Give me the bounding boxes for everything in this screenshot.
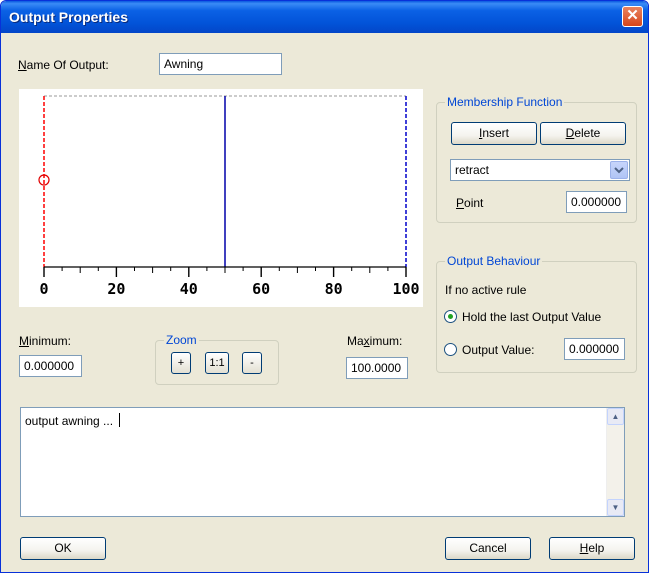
x-tick-label-20: 20: [107, 280, 125, 298]
window-title: Output Properties: [9, 9, 129, 25]
minimum-input[interactable]: 0.000000: [19, 355, 82, 377]
title-bar[interactable]: Output Properties ✕: [1, 1, 648, 33]
point-label: Point: [456, 196, 484, 210]
editor-scrollbar[interactable]: ▲ ▼: [606, 408, 624, 516]
zoom-reset-button[interactable]: 1:1: [205, 352, 229, 374]
zoom-in-button[interactable]: +: [171, 352, 191, 374]
help-button[interactable]: Help: [549, 537, 635, 560]
scroll-down-icon[interactable]: ▼: [607, 499, 624, 516]
close-button[interactable]: ✕: [622, 6, 643, 27]
output-properties-dialog: Output Properties ✕ Name Of Output: Awni…: [0, 0, 649, 573]
x-tick-label-60: 60: [252, 280, 270, 298]
membership-function-select[interactable]: retract: [450, 159, 630, 181]
plot-background: [19, 89, 423, 307]
membership-function-title: Membership Function: [445, 95, 565, 109]
name-of-output-input[interactable]: Awning: [159, 53, 282, 75]
no-active-rule-caption: If no active rule: [445, 283, 527, 297]
close-icon: ✕: [626, 7, 639, 24]
point-input[interactable]: 0.000000: [566, 191, 627, 213]
chevron-down-icon[interactable]: [610, 161, 628, 179]
zoom-out-button[interactable]: -: [242, 352, 262, 374]
insert-button[interactable]: Insert: [451, 122, 537, 145]
text-caret: [119, 413, 120, 427]
x-tick-label-80: 80: [325, 280, 343, 298]
ok-button[interactable]: OK: [20, 537, 106, 560]
x-tick-label-0: 0: [39, 280, 48, 298]
output-value-input[interactable]: 0.000000: [564, 338, 625, 360]
minimum-label: Minimum:: [19, 334, 72, 348]
membership-function-selected: retract: [455, 163, 490, 177]
cancel-button[interactable]: Cancel: [445, 537, 531, 560]
scroll-up-icon[interactable]: ▲: [607, 408, 624, 425]
rule-editor-textarea[interactable]: output awning ... ▲ ▼: [20, 407, 625, 517]
maximum-label: Maximum:: [347, 334, 403, 348]
output-value-label[interactable]: Output Value:: [462, 343, 535, 357]
output-behaviour-title: Output Behaviour: [445, 254, 543, 268]
output-value-radio[interactable]: [444, 343, 457, 356]
membership-plot[interactable]: 0 20 40 60 80 100: [19, 89, 423, 307]
hold-last-value-radio[interactable]: [444, 310, 457, 323]
delete-button[interactable]: Delete: [540, 122, 626, 145]
zoom-group-title: Zoom: [164, 333, 199, 347]
maximum-input[interactable]: 100.0000: [346, 357, 408, 379]
rule-editor-text: output awning ...: [25, 414, 114, 428]
x-tick-label-40: 40: [180, 280, 198, 298]
name-of-output-label: Name Of Output:: [18, 58, 109, 72]
hold-last-value-label[interactable]: Hold the last Output Value: [462, 310, 601, 324]
x-tick-label-100: 100: [392, 280, 419, 298]
